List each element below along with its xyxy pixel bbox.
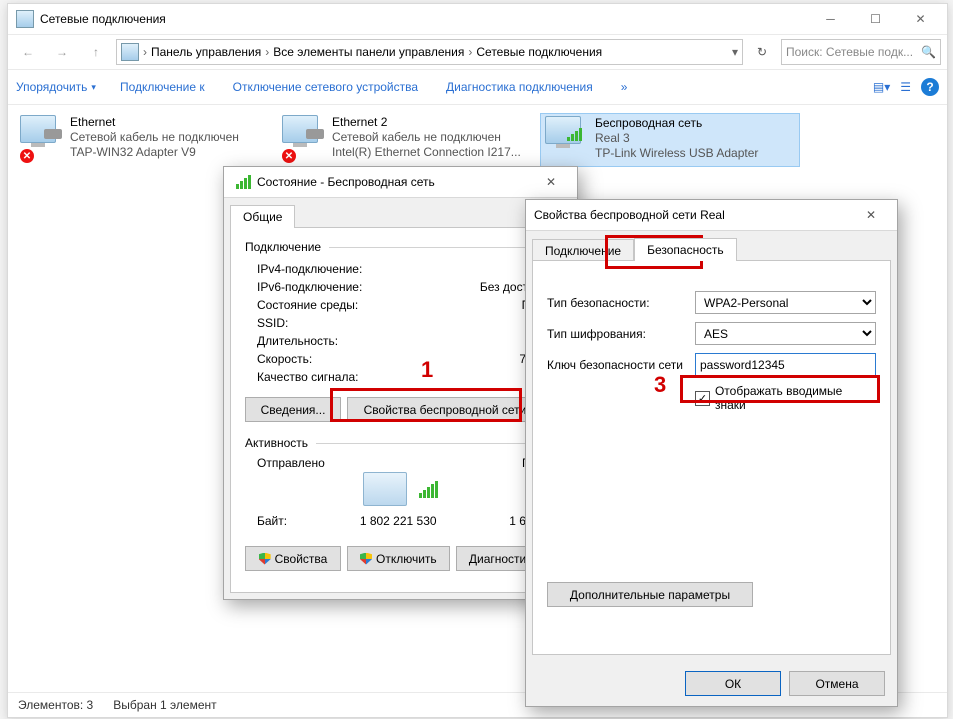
connect-to-button[interactable]: Подключение к bbox=[120, 80, 209, 94]
connection-item[interactable]: ✕ Ethernet 2 Сетевой кабель не подключен… bbox=[278, 113, 536, 165]
dialog-title: Свойства беспроводной сети Real bbox=[534, 208, 853, 222]
tab-connection[interactable]: Подключение bbox=[532, 239, 634, 262]
security-key-input[interactable] bbox=[695, 353, 876, 376]
bytes-sent: 1 802 221 530 bbox=[287, 514, 509, 528]
organize-menu[interactable]: Упорядочить bbox=[16, 80, 96, 94]
connection-item-selected[interactable]: Беспроводная сеть Real 3 TP-Link Wireles… bbox=[540, 113, 800, 167]
security-tab-content: Тип безопасности: WPA2-Personal Тип шифр… bbox=[532, 260, 891, 655]
encryption-select[interactable]: AES bbox=[695, 322, 876, 345]
close-icon[interactable]: ✕ bbox=[533, 175, 569, 189]
security-type-label: Тип безопасности: bbox=[547, 296, 687, 310]
advanced-settings-button[interactable]: Дополнительные параметры bbox=[547, 582, 753, 607]
connection-name: Ethernet 2 bbox=[332, 115, 532, 130]
connection-device: TP-Link Wireless USB Adapter bbox=[595, 146, 795, 161]
properties-button[interactable]: Свойства bbox=[245, 546, 341, 571]
group-connection-label: Подключение bbox=[245, 240, 321, 254]
security-key-label: Ключ безопасности сети bbox=[547, 358, 687, 372]
dialog-titlebar: Свойства беспроводной сети Real ✕ bbox=[526, 200, 897, 231]
search-placeholder: Поиск: Сетевые подк... bbox=[786, 45, 913, 59]
app-icon bbox=[16, 10, 34, 28]
dialog-title: Состояние - Беспроводная сеть bbox=[257, 175, 533, 189]
tab-content: Подключение IPv4-подключение:Ин IPv6-под… bbox=[230, 227, 571, 593]
view-list-button[interactable]: ☰ bbox=[900, 80, 911, 94]
refresh-button[interactable]: ↻ bbox=[749, 45, 775, 59]
close-button[interactable]: ✕ bbox=[898, 5, 943, 34]
view-icons-button[interactable]: ▤▾ bbox=[873, 80, 890, 94]
show-characters-checkbox[interactable]: ✓ Отображать вводимые знаки bbox=[695, 384, 876, 412]
address-bar-row: ← → ↑ › Панель управления › Все элементы… bbox=[8, 35, 947, 69]
connection-item[interactable]: ✕ Ethernet Сетевой кабель не подключен T… bbox=[16, 113, 274, 165]
help-button[interactable]: ? bbox=[921, 78, 939, 96]
details-button[interactable]: Сведения... bbox=[245, 397, 341, 422]
status-count: Элементов: 3 bbox=[18, 698, 93, 712]
command-bar: Упорядочить Подключение к Отключение сет… bbox=[8, 69, 947, 105]
path-icon bbox=[121, 43, 139, 61]
cancel-button[interactable]: Отмена bbox=[789, 671, 885, 696]
connection-status: Сетевой кабель не подключен bbox=[332, 130, 532, 145]
tab-security[interactable]: Безопасность bbox=[634, 238, 737, 261]
connection-device: TAP-WIN32 Adapter V9 bbox=[70, 145, 270, 160]
window-titlebar: Сетевые подключения ─ ☐ ✕ bbox=[8, 4, 947, 35]
tab-general[interactable]: Общие bbox=[230, 205, 295, 228]
ok-button[interactable]: ОК bbox=[685, 671, 781, 696]
connection-icon: ✕ bbox=[20, 115, 64, 163]
forward-button[interactable]: → bbox=[48, 39, 76, 65]
disabled-icon: ✕ bbox=[20, 149, 34, 163]
address-bar[interactable]: › Панель управления › Все элементы панел… bbox=[116, 39, 743, 65]
breadcrumb[interactable]: Сетевые подключения bbox=[476, 45, 602, 59]
connection-status: Сетевой кабель не подключен bbox=[70, 130, 270, 145]
breadcrumb[interactable]: Все элементы панели управления bbox=[273, 45, 464, 59]
disable-device-button[interactable]: Отключение сетевого устройства bbox=[233, 80, 422, 94]
diagnose-button[interactable]: Диагностика подключения bbox=[446, 80, 597, 94]
search-box[interactable]: Поиск: Сетевые подк... 🔍 bbox=[781, 39, 941, 65]
shield-icon bbox=[259, 553, 271, 565]
minimize-button[interactable]: ─ bbox=[808, 5, 853, 34]
close-icon[interactable]: ✕ bbox=[853, 208, 889, 222]
status-selection: Выбран 1 элемент bbox=[113, 698, 216, 712]
maximize-button[interactable]: ☐ bbox=[853, 5, 898, 34]
connection-name: Ethernet bbox=[70, 115, 270, 130]
wireless-properties-dialog: Свойства беспроводной сети Real ✕ Подклю… bbox=[525, 199, 898, 707]
connection-name: Беспроводная сеть bbox=[595, 116, 795, 131]
shield-icon bbox=[360, 553, 372, 565]
activity-graphic bbox=[245, 472, 556, 506]
disable-button[interactable]: Отключить bbox=[347, 546, 450, 571]
signal-icon bbox=[236, 175, 251, 189]
wireless-properties-button[interactable]: Свойства беспроводной сети bbox=[347, 397, 543, 422]
window-title: Сетевые подключения bbox=[40, 12, 808, 26]
search-icon: 🔍 bbox=[921, 45, 936, 59]
connection-icon: ✕ bbox=[282, 115, 326, 163]
back-button[interactable]: ← bbox=[14, 39, 42, 65]
encryption-label: Тип шифрования: bbox=[547, 327, 687, 341]
connection-device: Intel(R) Ethernet Connection I217... bbox=[332, 145, 532, 160]
connection-icon bbox=[545, 116, 589, 164]
up-button[interactable]: ↑ bbox=[82, 39, 110, 65]
security-type-select[interactable]: WPA2-Personal bbox=[695, 291, 876, 314]
breadcrumb[interactable]: Панель управления bbox=[151, 45, 261, 59]
connection-status: Real 3 bbox=[595, 131, 795, 146]
group-activity-label: Активность bbox=[245, 436, 308, 450]
rename-button[interactable]: » bbox=[621, 80, 631, 94]
dialog-titlebar: Состояние - Беспроводная сеть ✕ bbox=[224, 167, 577, 198]
disabled-icon: ✕ bbox=[282, 149, 296, 163]
